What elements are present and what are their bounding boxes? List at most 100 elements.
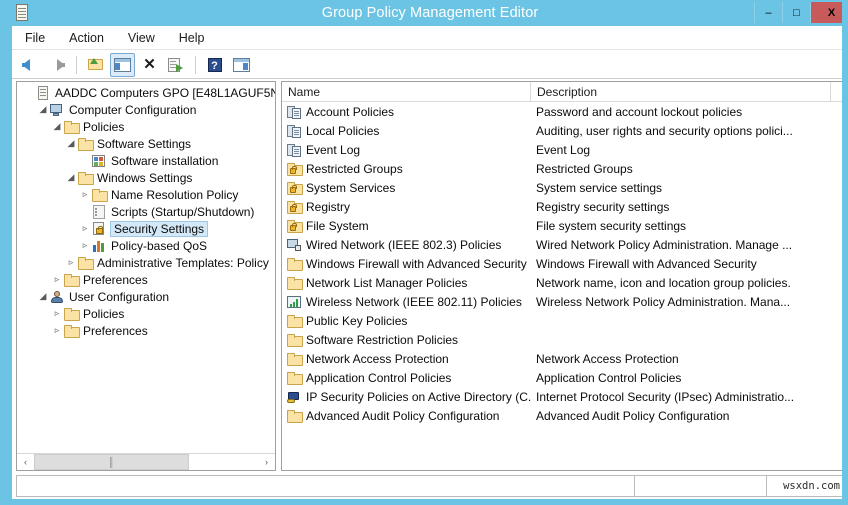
tree-node[interactable]: AADDC Computers GPO [E48L1AGUF5NDC’ bbox=[17, 84, 275, 101]
tree-node-icon bbox=[77, 170, 93, 186]
tree-node[interactable]: ▹Preferences bbox=[17, 322, 275, 339]
chevron-down-icon[interactable]: ◢ bbox=[51, 118, 63, 135]
menu-file[interactable]: File bbox=[22, 29, 48, 47]
list-row[interactable]: Wireless Network (IEEE 802.11) PoliciesW… bbox=[282, 292, 843, 311]
tree-node[interactable]: ▹ Preferences bbox=[17, 271, 275, 288]
scroll-right-arrow-icon[interactable]: › bbox=[258, 454, 275, 470]
chevron-down-icon[interactable]: ◢ bbox=[37, 288, 49, 305]
show-hide-console-tree-button[interactable] bbox=[110, 53, 135, 77]
tree-node[interactable]: ▹Name Resolution Policy bbox=[17, 186, 275, 203]
maximize-button[interactable]: □ bbox=[782, 2, 810, 23]
list-row-name: IP Security Policies on Active Directory… bbox=[306, 390, 531, 404]
chevron-right-icon[interactable]: ▹ bbox=[79, 186, 91, 203]
delete-button[interactable]: ✕ bbox=[137, 53, 162, 77]
console-tree[interactable]: AADDC Computers GPO [E48L1AGUF5NDC’◢Comp… bbox=[17, 84, 275, 452]
list-row[interactable]: IP Security Policies on Active Directory… bbox=[282, 387, 843, 406]
chevron-right-icon[interactable]: ▹ bbox=[51, 271, 63, 288]
minimize-button[interactable]: – bbox=[754, 2, 782, 23]
list-row-icon bbox=[286, 313, 302, 329]
list-cell-name: Software Restriction Policies bbox=[282, 332, 531, 348]
tree-horizontal-scrollbar[interactable]: ‹ ║ › bbox=[17, 453, 275, 470]
list-row-name: Application Control Policies bbox=[306, 371, 451, 385]
list-row[interactable]: File SystemFile system security settings bbox=[282, 216, 843, 235]
tree-node[interactable]: Scripts (Startup/Shutdown) bbox=[17, 203, 275, 220]
list-row-icon bbox=[286, 180, 302, 196]
tree-node[interactable]: ◢ Windows Settings bbox=[17, 169, 275, 186]
tree-node[interactable]: ◢Computer Configuration bbox=[17, 101, 275, 118]
list-row[interactable]: Local PoliciesAuditing, user rights and … bbox=[282, 121, 843, 140]
user-icon bbox=[49, 289, 65, 305]
chevron-right-icon[interactable]: ▹ bbox=[79, 220, 91, 237]
menu-view[interactable]: View bbox=[125, 29, 158, 47]
scroll-left-arrow-icon[interactable]: ‹ bbox=[17, 454, 34, 470]
help-button[interactable]: ? bbox=[202, 53, 227, 77]
folder-icon bbox=[63, 119, 79, 135]
menu-bar: File Action View Help bbox=[12, 26, 848, 50]
menu-help[interactable]: Help bbox=[176, 29, 208, 47]
export-list-button[interactable] bbox=[164, 53, 189, 77]
tree-node-label: AADDC Computers GPO [E48L1AGUF5NDC’ bbox=[55, 86, 275, 100]
chevron-down-icon[interactable]: ◢ bbox=[65, 135, 77, 152]
list-row[interactable]: RegistryRegistry security settings bbox=[282, 197, 843, 216]
list-row-icon bbox=[286, 161, 302, 177]
show-hide-action-pane-button[interactable] bbox=[229, 53, 254, 77]
list-row[interactable]: Advanced Audit Policy ConfigurationAdvan… bbox=[282, 406, 843, 425]
list-row[interactable]: Windows Firewall with Advanced SecurityW… bbox=[282, 254, 843, 273]
list-row-name: Local Policies bbox=[306, 124, 379, 138]
list-row-icon bbox=[286, 408, 302, 424]
tree-node[interactable]: ▹Policy-based QoS bbox=[17, 237, 275, 254]
list-row[interactable]: Restricted GroupsRestricted Groups bbox=[282, 159, 843, 178]
list-row-name: Account Policies bbox=[306, 105, 394, 119]
chevron-right-icon[interactable]: ▹ bbox=[79, 237, 91, 254]
list-row[interactable]: Event LogEvent Log bbox=[282, 140, 843, 159]
close-button[interactable]: X bbox=[810, 2, 848, 23]
tree-node[interactable]: ◢Software Settings bbox=[17, 135, 275, 152]
results-list-pane: Name Description Account Policies Passwor… bbox=[281, 81, 844, 471]
list-row[interactable]: Software Restriction Policies bbox=[282, 330, 843, 349]
chevron-right-icon[interactable]: ▹ bbox=[51, 305, 63, 322]
chevron-right-icon[interactable]: ▹ bbox=[51, 322, 63, 339]
tree-node[interactable]: Software installation bbox=[17, 152, 275, 169]
column-header-description[interactable]: Description bbox=[531, 82, 831, 101]
list-row-name: Windows Firewall with Advanced Security bbox=[306, 257, 527, 271]
list-row-icon bbox=[286, 237, 302, 253]
list-cell-description: Advanced Audit Policy Configuration bbox=[531, 409, 841, 423]
scrollbar-grip-icon: ║ bbox=[108, 457, 115, 467]
scrollbar-track[interactable]: ║ bbox=[34, 454, 258, 470]
chevron-right-icon[interactable]: ▹ bbox=[65, 254, 77, 271]
list-cell-name: IP Security Policies on Active Directory… bbox=[282, 389, 531, 405]
tree-node[interactable]: ◢User Configuration bbox=[17, 288, 275, 305]
tree-node[interactable]: ▹Security Settings bbox=[17, 220, 275, 237]
tree-node[interactable]: ◢Policies bbox=[17, 118, 275, 135]
panes-container: AADDC Computers GPO [E48L1AGUF5NDC’◢Comp… bbox=[16, 81, 844, 471]
tree-node-label: Preferences bbox=[83, 273, 152, 287]
tree-node-icon bbox=[49, 102, 65, 118]
chevron-down-icon[interactable]: ◢ bbox=[37, 101, 49, 118]
tree-node-label: Windows Settings bbox=[97, 171, 196, 185]
chevron-down-icon[interactable]: ◢ bbox=[65, 169, 77, 186]
column-header-name[interactable]: Name bbox=[282, 82, 531, 101]
list-row-icon bbox=[286, 123, 302, 139]
list-row[interactable]: Public Key Policies bbox=[282, 311, 843, 330]
watermark-label: wsxdn.com bbox=[767, 480, 843, 493]
list-row[interactable]: Network List Manager PoliciesNetwork nam… bbox=[282, 273, 843, 292]
list-row[interactable]: Wired Network (IEEE 802.3) PoliciesWired… bbox=[282, 235, 843, 254]
list-row[interactable]: Application Control PoliciesApplication … bbox=[282, 368, 843, 387]
list-cell-name: Registry bbox=[282, 199, 531, 215]
list-row[interactable]: System ServicesSystem service settings bbox=[282, 178, 843, 197]
toolbar-separator-2 bbox=[195, 56, 196, 74]
scrollbar-thumb[interactable]: ║ bbox=[34, 454, 189, 470]
list-row-name: Event Log bbox=[306, 143, 360, 157]
list-row[interactable]: Network Access ProtectionNetwork Access … bbox=[282, 349, 843, 368]
forward-button[interactable] bbox=[45, 53, 70, 77]
list-cell-description: Password and account lockout policies bbox=[531, 105, 841, 119]
tree-node[interactable]: ▹Administrative Templates: Policy bbox=[17, 254, 275, 271]
up-one-level-button[interactable] bbox=[83, 53, 108, 77]
list-body[interactable]: Account Policies Password and account loc… bbox=[282, 102, 843, 425]
tree-node[interactable]: ▹Policies bbox=[17, 305, 275, 322]
menu-action[interactable]: Action bbox=[66, 29, 107, 47]
list-cell-name: Network Access Protection bbox=[282, 351, 531, 367]
list-row[interactable]: Account Policies Password and account loc… bbox=[282, 102, 843, 121]
back-button[interactable] bbox=[18, 53, 43, 77]
title-bar[interactable]: Group Policy Management Editor – □ X bbox=[6, 0, 848, 26]
